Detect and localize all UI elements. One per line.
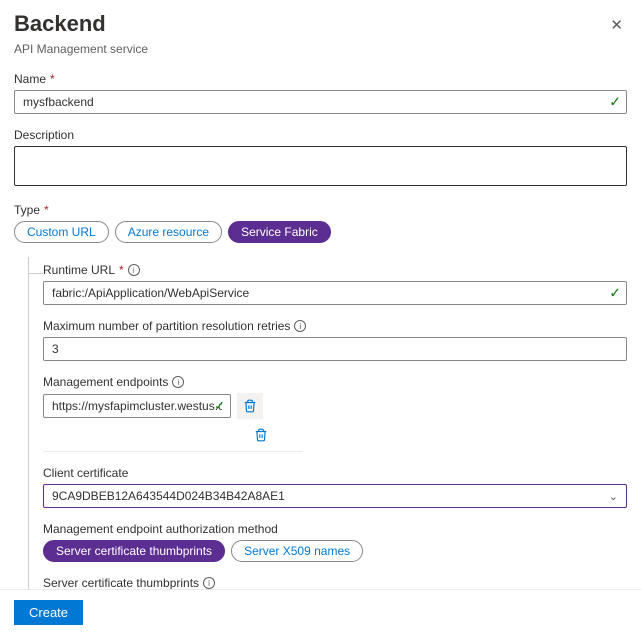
description-input[interactable] [14, 146, 627, 186]
add-endpoint-trash-button[interactable] [247, 423, 275, 447]
info-icon[interactable]: i [294, 320, 306, 332]
auth-method-label: Management endpoint authorization method [43, 522, 627, 536]
auth-pill-thumbprints[interactable]: Server certificate thumbprints [43, 540, 225, 562]
type-pill-service-fabric[interactable]: Service Fabric [228, 221, 331, 243]
panel-title: Backend [14, 12, 106, 36]
info-icon[interactable]: i [128, 264, 140, 276]
close-icon[interactable]: ✕ [606, 12, 627, 38]
runtime-url-label: Runtime URL* i [43, 263, 627, 277]
panel-subtitle: API Management service [14, 42, 627, 56]
trash-icon [243, 399, 257, 413]
client-cert-select[interactable]: 9CA9DBEB12A643544D024B34B42A8AE1 ⌄ [43, 484, 627, 508]
runtime-url-input[interactable] [43, 281, 627, 305]
delete-endpoint-button[interactable] [237, 393, 263, 419]
type-label: Type* [14, 203, 627, 217]
info-icon[interactable]: i [203, 577, 215, 589]
mgmt-endpoints-label: Management endpoints i [43, 375, 627, 389]
auth-pill-x509[interactable]: Server X509 names [231, 540, 363, 562]
create-button[interactable]: Create [14, 600, 83, 625]
name-input[interactable] [14, 90, 627, 114]
client-cert-label: Client certificate [43, 466, 627, 480]
max-retries-label: Maximum number of partition resolution r… [43, 319, 627, 333]
mgmt-endpoint-input[interactable] [43, 394, 231, 418]
trash-icon [254, 428, 268, 442]
chevron-down-icon: ⌄ [609, 490, 618, 503]
max-retries-input[interactable] [43, 337, 627, 361]
description-label: Description [14, 128, 627, 142]
divider [43, 451, 303, 452]
type-pill-azure-resource[interactable]: Azure resource [115, 221, 222, 243]
name-label: Name* [14, 72, 627, 86]
server-thumbprints-label: Server certificate thumbprints i [43, 576, 627, 590]
type-pill-custom-url[interactable]: Custom URL [14, 221, 109, 243]
info-icon[interactable]: i [172, 376, 184, 388]
